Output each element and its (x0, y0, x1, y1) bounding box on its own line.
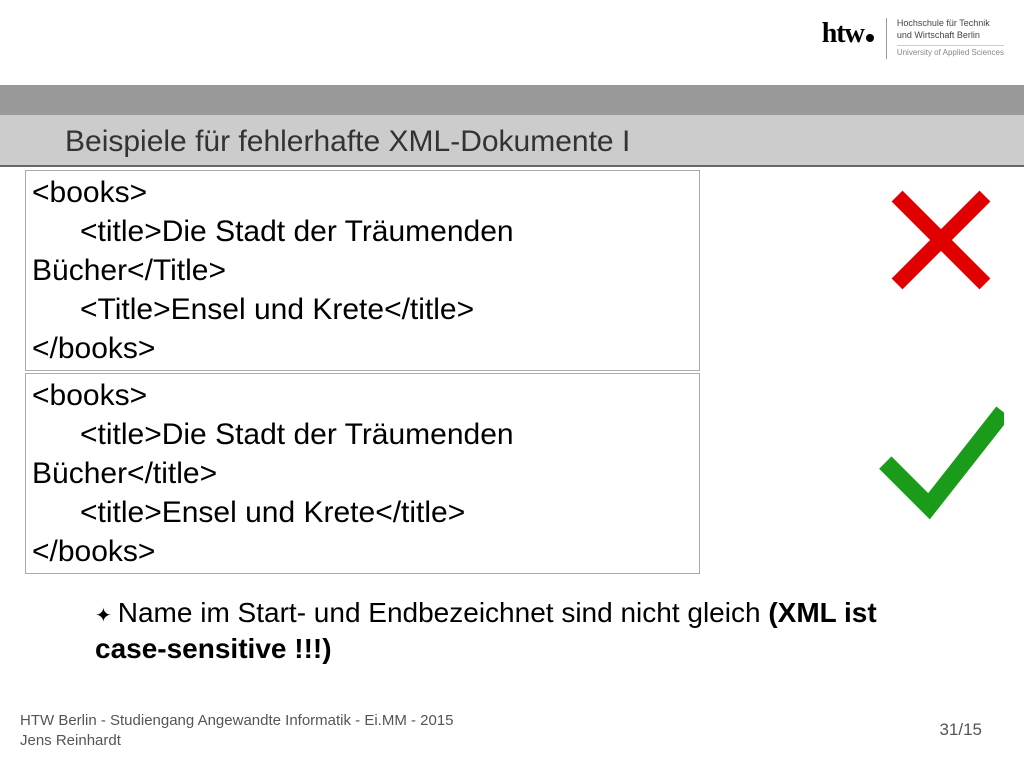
logo-brand: htw (822, 18, 874, 50)
code-line: <Title>Ensel und Krete</title> (32, 290, 693, 329)
code-example-bad: <books> <title>Die Stadt der Träumenden … (25, 170, 700, 371)
page-number: 31/15 (939, 720, 982, 740)
slide-title: Beispiele für fehlerhafte XML-Dokumente … (65, 125, 630, 159)
code-line: <title>Die Stadt der Träumenden (32, 212, 693, 251)
check-icon (879, 400, 1004, 525)
logo-subtitle: Hochschule für Technik und Wirtschaft Be… (886, 18, 1004, 59)
cross-icon (886, 185, 996, 295)
code-line: Bücher</Title> (32, 251, 693, 290)
code-line: Bücher</title> (32, 454, 693, 493)
code-line: <title>Die Stadt der Träumenden (32, 415, 693, 454)
logo-text-htw: htw (822, 18, 864, 49)
header-bar-dark (0, 85, 1024, 115)
code-line: <books> (32, 173, 693, 212)
code-line: <title>Ensel und Krete</title> (32, 493, 693, 532)
logo-sub: University of Applied Sciences (897, 45, 1004, 58)
logo-line1: Hochschule für Technik (897, 18, 1004, 30)
header-divider (0, 165, 1024, 167)
footer-line2: Jens Reinhardt (20, 731, 454, 751)
code-example-good: <books> <title>Die Stadt der Träumenden … (25, 373, 700, 574)
logo-line2: und Wirtschaft Berlin (897, 30, 1004, 42)
diamond-bullet-icon: ✦ (95, 605, 112, 627)
logo-dot-icon (866, 34, 874, 42)
footer-line1: HTW Berlin - Studiengang Angewandte Info… (20, 711, 454, 731)
note-text: Name im Start- und Endbezeichnet sind ni… (118, 597, 769, 628)
logo-block: htw Hochschule für Technik und Wirtschaf… (822, 18, 1004, 59)
footer: HTW Berlin - Studiengang Angewandte Info… (20, 711, 454, 750)
code-line: <books> (32, 376, 693, 415)
explanation-note: ✦ Name im Start- und Endbezeichnet sind n… (95, 595, 945, 668)
code-line: </books> (32, 329, 693, 368)
code-line: </books> (32, 532, 693, 571)
